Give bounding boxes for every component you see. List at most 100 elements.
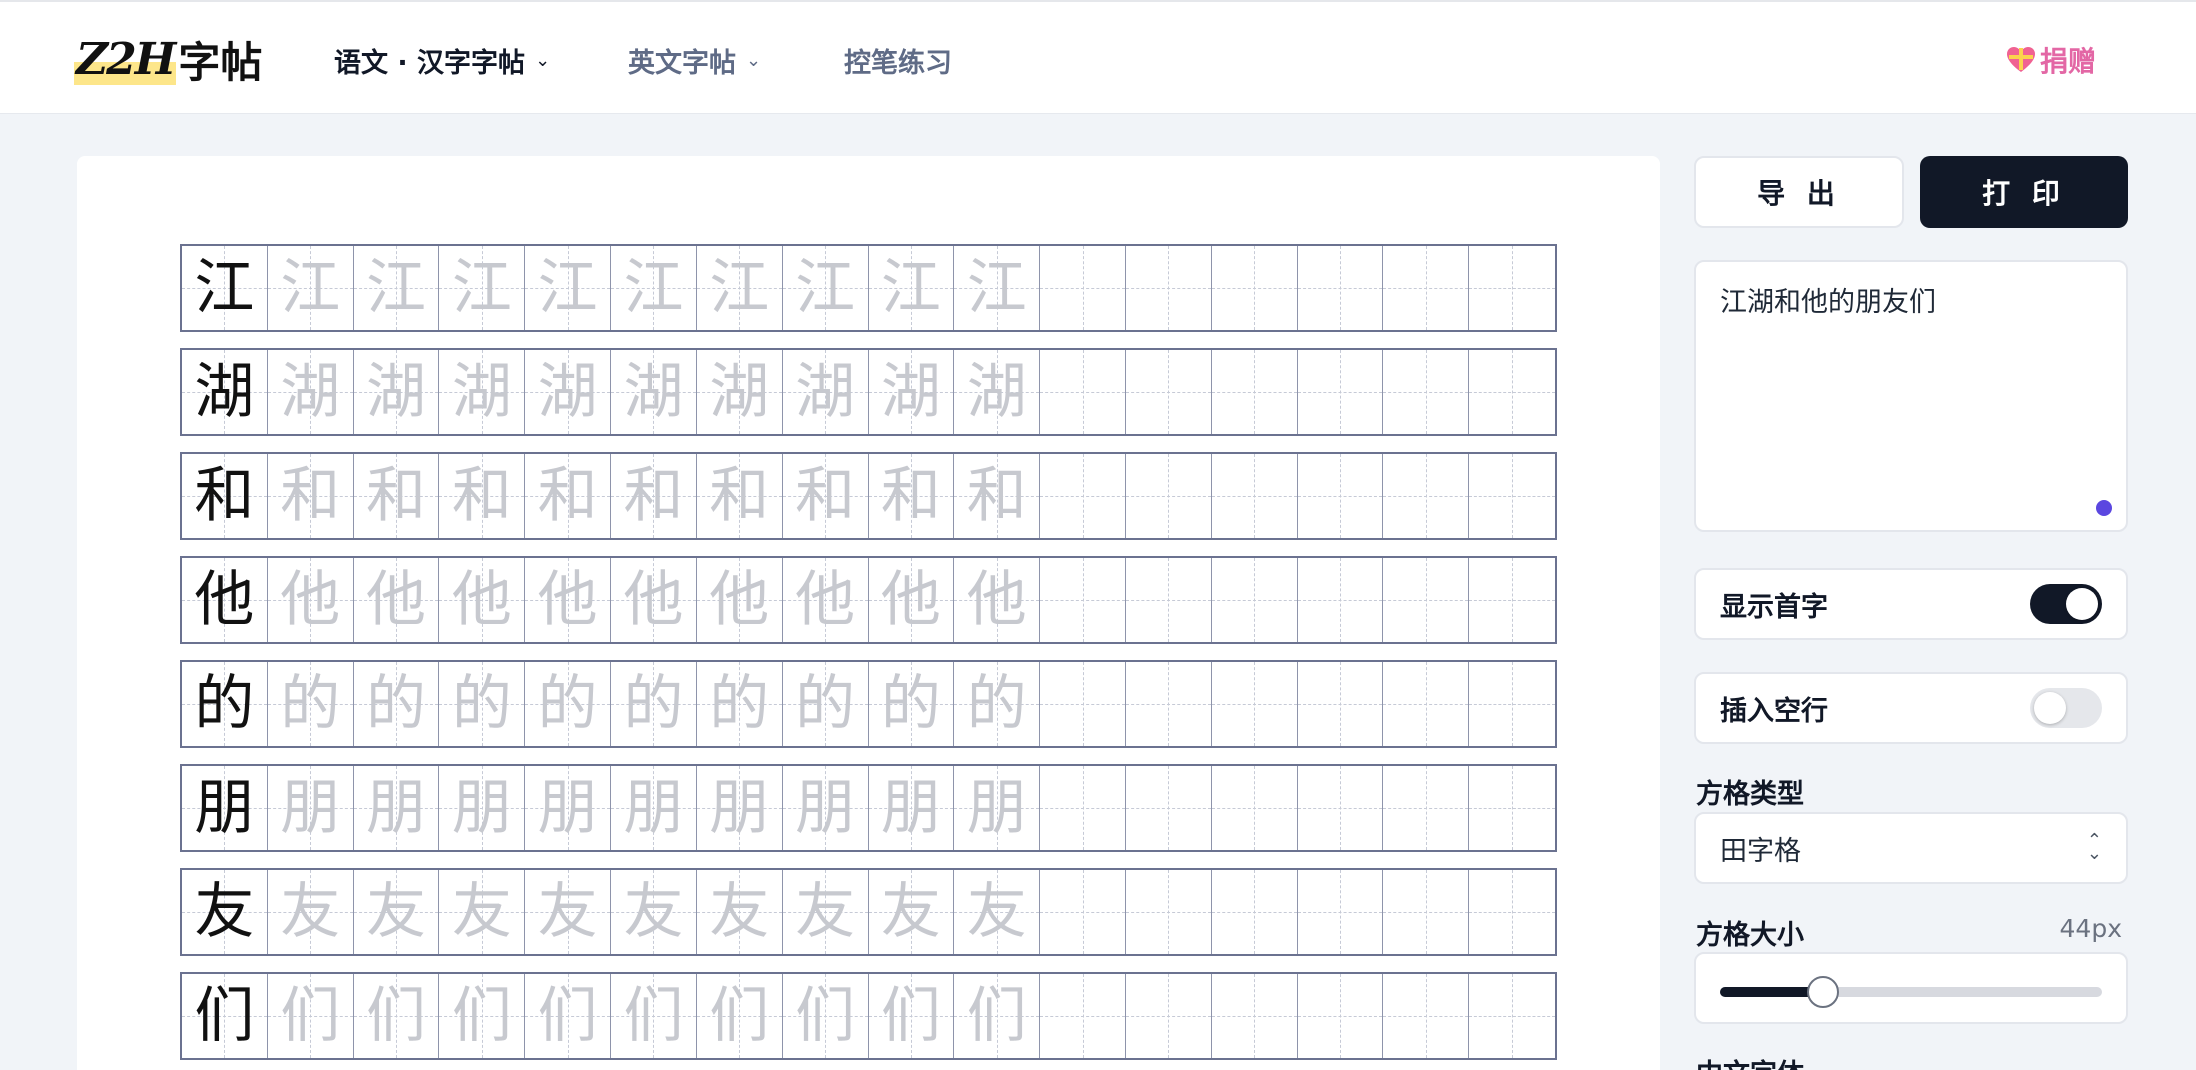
trace-character-cell: 们 bbox=[525, 974, 612, 1058]
empty-practice-cell bbox=[1297, 870, 1384, 954]
nav-label: 语文 · 汉字字帖 bbox=[334, 47, 526, 79]
trace-character-cell: 和 bbox=[782, 454, 869, 538]
trace-character: 们 bbox=[280, 981, 341, 1051]
trace-character: 的 bbox=[280, 669, 341, 739]
chinese-font-label: 中文字体 bbox=[1696, 1052, 1804, 1070]
resize-handle-icon[interactable] bbox=[2096, 500, 2112, 516]
site-logo[interactable]: Z2H 字帖 bbox=[74, 32, 262, 87]
lead-character-cell: 的 bbox=[182, 662, 268, 746]
trace-character: 的 bbox=[795, 669, 856, 739]
trace-character-cell: 和 bbox=[525, 454, 612, 538]
empty-practice-cell bbox=[1297, 246, 1384, 330]
gift-heart-icon bbox=[2006, 46, 2036, 74]
trace-character: 和 bbox=[537, 461, 598, 531]
trace-character: 江 bbox=[966, 253, 1027, 323]
empty-practice-cell bbox=[1469, 350, 1555, 434]
trace-character-cell: 他 bbox=[353, 558, 440, 642]
logo-latin-text: Z2H bbox=[74, 33, 176, 85]
empty-practice-cell bbox=[1211, 454, 1298, 538]
trace-character: 湖 bbox=[451, 357, 512, 427]
practice-row: 们们们们们们们们们们 bbox=[180, 972, 1557, 1060]
trace-character-cell: 湖 bbox=[696, 350, 783, 434]
trace-character: 他 bbox=[537, 565, 598, 635]
practice-row: 湖湖湖湖湖湖湖湖湖湖 bbox=[180, 348, 1557, 436]
nav-chinese-copybook[interactable]: 语文 · 汉字字帖 ⌄ bbox=[334, 42, 550, 79]
insert-blank-row-toggle[interactable] bbox=[2030, 688, 2102, 728]
trace-character: 和 bbox=[451, 461, 512, 531]
show-first-char-toggle[interactable] bbox=[2030, 584, 2102, 624]
trace-character-cell: 湖 bbox=[439, 350, 526, 434]
empty-practice-cell bbox=[1125, 246, 1212, 330]
trace-character-cell: 他 bbox=[267, 558, 354, 642]
trace-character: 湖 bbox=[280, 357, 341, 427]
lead-character-cell: 朋 bbox=[182, 766, 268, 850]
trace-character: 的 bbox=[709, 669, 770, 739]
trace-character-cell: 的 bbox=[954, 662, 1041, 746]
empty-practice-cell bbox=[1469, 766, 1555, 850]
trace-character-cell: 友 bbox=[868, 870, 955, 954]
trace-character-cell: 江 bbox=[782, 246, 869, 330]
worksheet-page: 江江江江江江江江江江湖湖湖湖湖湖湖湖湖湖和和和和和和和和和和他他他他他他他他他他… bbox=[77, 156, 1660, 1070]
trace-character: 他 bbox=[623, 565, 684, 635]
empty-practice-cell bbox=[1211, 350, 1298, 434]
trace-character-cell: 们 bbox=[696, 974, 783, 1058]
nav-pen-control-practice[interactable]: 控笔练习 bbox=[844, 42, 952, 79]
trace-character-cell: 湖 bbox=[267, 350, 354, 434]
trace-character: 们 bbox=[709, 981, 770, 1051]
trace-character-cell: 朋 bbox=[611, 766, 697, 850]
lead-character-cell: 湖 bbox=[182, 350, 268, 434]
grid-type-select[interactable]: 田字格 ⌃ ⌄ bbox=[1694, 812, 2128, 884]
export-button[interactable]: 导 出 bbox=[1694, 156, 1904, 228]
chevron-down-icon: ⌄ bbox=[746, 49, 762, 71]
practice-row: 江江江江江江江江江江 bbox=[180, 244, 1557, 332]
lead-character: 朋 bbox=[194, 773, 255, 843]
trace-character: 的 bbox=[966, 669, 1027, 739]
trace-character: 们 bbox=[366, 981, 427, 1051]
trace-character-cell: 和 bbox=[611, 454, 697, 538]
trace-character: 和 bbox=[280, 461, 341, 531]
empty-practice-cell bbox=[1297, 766, 1384, 850]
practice-row: 朋朋朋朋朋朋朋朋朋朋 bbox=[180, 764, 1557, 852]
empty-practice-cell bbox=[1125, 766, 1212, 850]
donate-link[interactable]: 捐赠 bbox=[2006, 40, 2096, 80]
trace-character-cell: 的 bbox=[525, 662, 612, 746]
trace-character: 和 bbox=[795, 461, 856, 531]
lead-character: 的 bbox=[194, 669, 255, 739]
empty-practice-cell bbox=[1383, 974, 1470, 1058]
empty-practice-cell bbox=[1383, 766, 1470, 850]
empty-practice-cell bbox=[1469, 454, 1555, 538]
trace-character: 友 bbox=[451, 877, 512, 947]
trace-character-cell: 江 bbox=[611, 246, 697, 330]
trace-character-cell: 湖 bbox=[954, 350, 1041, 434]
nav-english-copybook[interactable]: 英文字帖 ⌄ bbox=[628, 42, 762, 79]
grid-size-slider[interactable] bbox=[1720, 976, 2102, 1008]
trace-character-cell: 湖 bbox=[611, 350, 697, 434]
insert-blank-row-row: 插入空行 bbox=[1694, 672, 2128, 744]
show-first-char-label: 显示首字 bbox=[1720, 591, 1828, 623]
characters-textarea[interactable]: 江湖和他的朋友们 bbox=[1694, 260, 2128, 532]
lead-character: 他 bbox=[194, 565, 255, 635]
trace-character: 江 bbox=[366, 253, 427, 323]
empty-practice-cell bbox=[1469, 662, 1555, 746]
trace-character-cell: 朋 bbox=[868, 766, 955, 850]
trace-character-cell: 们 bbox=[439, 974, 526, 1058]
trace-character-cell: 友 bbox=[525, 870, 612, 954]
practice-row: 友友友友友友友友友友 bbox=[180, 868, 1557, 956]
trace-character-cell: 们 bbox=[868, 974, 955, 1058]
trace-character: 的 bbox=[366, 669, 427, 739]
empty-practice-cell bbox=[1125, 454, 1212, 538]
empty-practice-cell bbox=[1469, 974, 1555, 1058]
lead-character-cell: 他 bbox=[182, 558, 268, 642]
trace-character: 们 bbox=[966, 981, 1027, 1051]
slider-thumb[interactable] bbox=[1807, 976, 1840, 1008]
trace-character-cell: 朋 bbox=[267, 766, 354, 850]
trace-character: 他 bbox=[709, 565, 770, 635]
trace-character-cell: 他 bbox=[868, 558, 955, 642]
trace-character: 们 bbox=[880, 981, 941, 1051]
empty-practice-cell bbox=[1383, 350, 1470, 434]
trace-character-cell: 们 bbox=[353, 974, 440, 1058]
print-button[interactable]: 打 印 bbox=[1920, 156, 2128, 228]
trace-character: 湖 bbox=[623, 357, 684, 427]
trace-character: 的 bbox=[880, 669, 941, 739]
trace-character-cell: 友 bbox=[611, 870, 697, 954]
